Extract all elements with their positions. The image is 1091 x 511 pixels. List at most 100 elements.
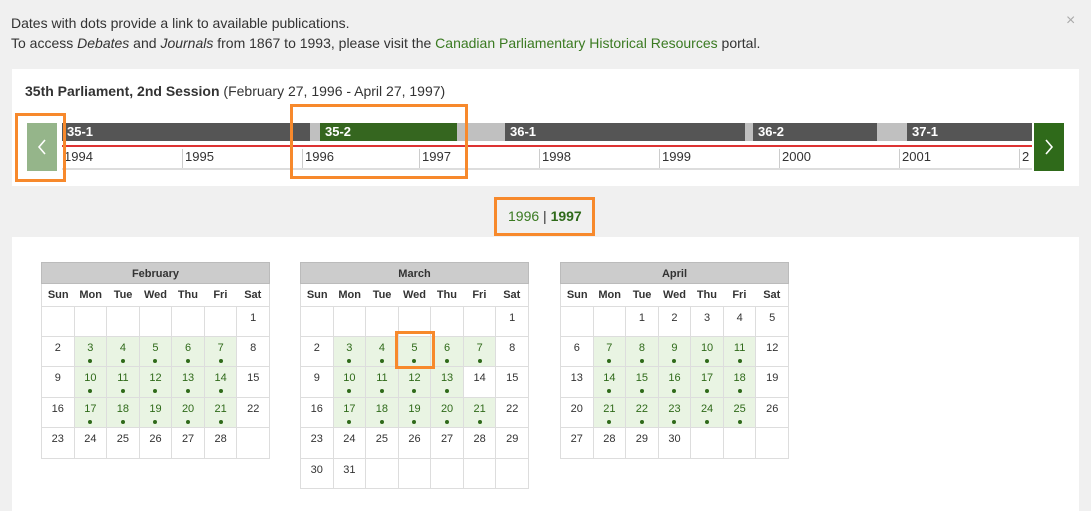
timeline-gap (745, 123, 753, 141)
weekday-header: Sun Mon Tue Wed Thu Fri Sat (41, 284, 270, 306)
calendar-day-with-publication[interactable]: 17 (333, 397, 367, 428)
calendar-day: 15 (237, 367, 270, 398)
calendar-day-with-publication[interactable]: 3 (333, 336, 367, 367)
session-segment-35-1[interactable]: 35-1 (62, 123, 310, 141)
calendar-february: February Sun Mon Tue Wed Thu Fri Sat 1 2 3 4 5 6 7 8 9 10… (41, 262, 270, 459)
calendar-empty-cell (139, 306, 173, 337)
calendar-empty-cell (333, 306, 367, 337)
calendar-day: 28 (463, 428, 497, 459)
calendar-day-with-publication[interactable]: 18 (723, 367, 757, 398)
year-label: 1997 (419, 149, 539, 169)
session-title: 35th Parliament, 2nd Session (February 2… (25, 83, 445, 99)
year-label: 1998 (539, 149, 659, 169)
calendar-empty-cell (74, 306, 108, 337)
calendar-day: 29 (496, 428, 529, 459)
calendar-day-with-publication[interactable]: 21 (463, 397, 497, 428)
calendar-day-with-publication[interactable]: 17 (691, 367, 724, 398)
weekday-label: Mon (598, 289, 621, 301)
calendar-day-with-publication[interactable]: 6 (431, 336, 464, 367)
calendar-day-with-publication[interactable]: 25 (723, 397, 757, 428)
calendar-empty-cell (398, 306, 432, 337)
weekday-label: Thu (696, 289, 717, 301)
calendar-day-with-publication[interactable]: 7 (593, 336, 627, 367)
timeline-gap (310, 123, 320, 141)
calendar-day-with-publication[interactable]: 10 (333, 367, 367, 398)
calendar-day-with-publication[interactable]: 10 (74, 367, 108, 398)
calendar-day-with-publication[interactable]: 13 (172, 367, 205, 398)
timeline-gap (457, 123, 505, 141)
calendar-day-with-publication[interactable]: 15 (626, 367, 659, 398)
calendar-day-with-publication[interactable]: 3 (74, 336, 108, 367)
calendar-day: 28 (593, 428, 627, 459)
calendar-empty-cell (366, 306, 399, 337)
calendar-day-with-publication[interactable]: 12 (398, 367, 432, 398)
calendar-day-with-publication[interactable]: 14 (593, 367, 627, 398)
calendar-day-with-publication[interactable]: 18 (107, 397, 140, 428)
session-segment-35-2[interactable]: 35-2 (320, 123, 457, 141)
calendar-day-with-publication[interactable]: 11 (107, 367, 140, 398)
calendar-day-with-publication[interactable]: 5 (139, 336, 173, 367)
close-icon[interactable]: × (1066, 12, 1075, 30)
calendar-empty-cell (561, 306, 594, 337)
session-segment-36-1[interactable]: 36-1 (505, 123, 745, 141)
calendar-empty-cell (463, 458, 497, 489)
weekday-label: Sun (47, 289, 69, 301)
calendar-day: 9 (42, 367, 75, 398)
year-current-1997: 1997 (550, 208, 582, 224)
weekday-label: Mon (79, 289, 102, 301)
calendar-day: 31 (333, 458, 367, 489)
calendar-grid: 1 2 3 4 5 6 7 8 9 10 11 12 13 14 15 16 17 18 19 20 21 22 23 24 2… (41, 306, 270, 459)
calendar-day-with-publication[interactable]: 5 (398, 336, 432, 367)
calendar-day-with-publication[interactable]: 17 (74, 397, 108, 428)
calendar-day-with-publication[interactable]: 19 (398, 397, 432, 428)
session-segment-37-1[interactable]: 37-1 (907, 123, 1032, 141)
calendar-day-with-publication[interactable]: 24 (691, 397, 724, 428)
calendar-day-with-publication[interactable]: 20 (172, 397, 205, 428)
calendar-day: 27 (431, 428, 464, 459)
calendar-day: 3 (691, 306, 724, 337)
session-segment-36-2[interactable]: 36-2 (753, 123, 877, 141)
weekday-label: Tue (113, 289, 133, 301)
calendar-april: April Sun Mon Tue Wed Thu Fri Sat 1 2 3 4 5 6 7 8 9 10 11 1… (560, 262, 789, 459)
weekday-label: Wed (143, 289, 167, 301)
calendar-day-with-publication[interactable]: 7 (204, 336, 238, 367)
calendar-day-with-publication[interactable]: 22 (626, 397, 659, 428)
info-notice: Dates with dots provide a link to availa… (11, 13, 760, 53)
calendar-day-with-publication[interactable]: 18 (366, 397, 399, 428)
weekday-label: Wed (402, 289, 426, 301)
calendar-day-with-publication[interactable]: 11 (366, 367, 399, 398)
weekday-label: Sat (244, 289, 262, 301)
calendar-day-with-publication[interactable]: 21 (204, 397, 238, 428)
calendar-day-with-publication[interactable]: 14 (204, 367, 238, 398)
calendar-day: 27 (172, 428, 205, 459)
weekday-header: Sun Mon Tue Wed Thu Fri Sat (300, 284, 529, 306)
calendar-day: 25 (366, 428, 399, 459)
calendar-day-with-publication[interactable]: 8 (626, 336, 659, 367)
calendar-day-with-publication[interactable]: 19 (139, 397, 173, 428)
calendar-day-with-publication[interactable]: 4 (366, 336, 399, 367)
calendar-day: 30 (658, 428, 692, 459)
calendar-day: 14 (463, 367, 497, 398)
calendar-day-with-publication[interactable]: 4 (107, 336, 140, 367)
calendar-day-with-publication[interactable]: 10 (691, 336, 724, 367)
weekday-label: Fri (472, 289, 487, 301)
year-link-1996[interactable]: 1996 (508, 208, 539, 224)
calendar-day-with-publication[interactable]: 13 (431, 367, 464, 398)
calendar-day-with-publication[interactable]: 12 (139, 367, 173, 398)
calendar-day-with-publication[interactable]: 20 (431, 397, 464, 428)
calendar-day-with-publication[interactable]: 21 (593, 397, 627, 428)
historical-resources-link[interactable]: Canadian Parliamentary Historical Resour… (435, 35, 717, 51)
calendar-day-with-publication[interactable]: 7 (463, 336, 497, 367)
calendar-day-with-publication[interactable]: 23 (658, 397, 692, 428)
calendar-day: 19 (756, 367, 789, 398)
timeline-next-button[interactable] (1034, 123, 1064, 171)
calendar-day-with-publication[interactable]: 11 (723, 336, 757, 367)
calendar-day-with-publication[interactable]: 16 (658, 367, 692, 398)
calendar-empty-cell (463, 306, 497, 337)
calendar-day-with-publication[interactable]: 6 (172, 336, 205, 367)
calendar-day: 29 (626, 428, 659, 459)
calendar-day-with-publication[interactable]: 9 (658, 336, 692, 367)
calendar-day: 6 (561, 336, 594, 367)
timeline-prev-button[interactable] (27, 123, 57, 171)
calendar-empty-cell (593, 306, 627, 337)
